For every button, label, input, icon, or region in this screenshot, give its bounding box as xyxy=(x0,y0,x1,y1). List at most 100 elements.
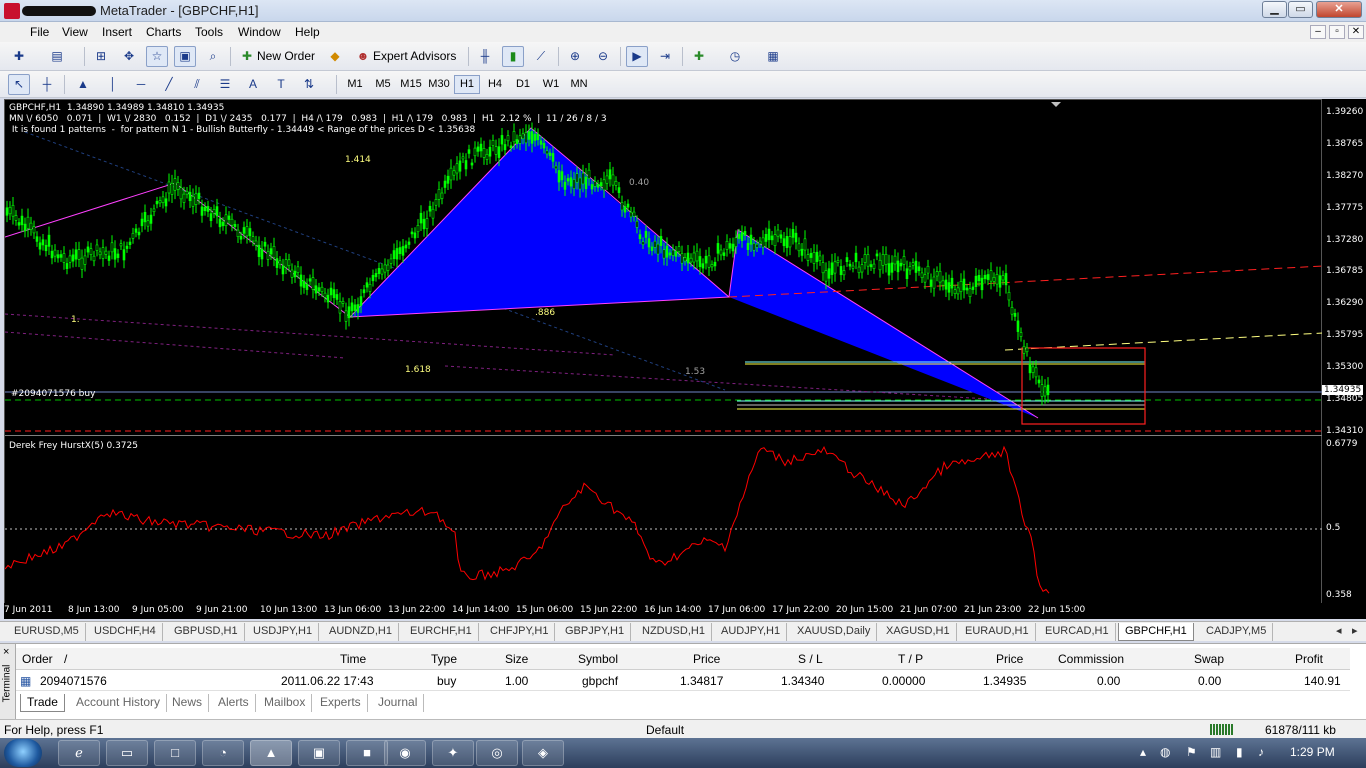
menu-charts[interactable]: Charts xyxy=(146,25,181,39)
auto-scroll-icon[interactable]: ▶ xyxy=(626,46,648,67)
triangle-tool-icon[interactable]: ▲ xyxy=(72,74,94,95)
crosshair-icon[interactable]: ┼ xyxy=(36,74,58,95)
timeframe-m5[interactable]: M5 xyxy=(370,75,396,94)
menu-file[interactable]: File xyxy=(30,25,49,39)
col-order[interactable]: Order xyxy=(22,652,53,666)
terminal-window-icon[interactable]: ▣ xyxy=(174,46,196,67)
templates-icon[interactable]: ▦ xyxy=(762,46,784,67)
app-taskbar-icon-4[interactable]: ✦ xyxy=(432,740,474,766)
menu-view[interactable]: View xyxy=(62,25,88,39)
tab-trade[interactable]: Trade xyxy=(20,694,65,712)
close-button[interactable]: ✕ xyxy=(1316,1,1362,18)
chart-tab-gbpusd-h1[interactable]: GBPUSD,H1 xyxy=(168,623,245,641)
periods-icon[interactable]: ◷ xyxy=(724,46,746,67)
timeframe-m15[interactable]: M15 xyxy=(398,75,424,94)
horizontal-line-icon[interactable]: ─ xyxy=(130,74,152,95)
new-chart-icon[interactable]: ✚ xyxy=(8,46,30,67)
col-profit[interactable]: Profit xyxy=(1295,652,1323,666)
chart-tab-cadjpy-m5[interactable]: CADJPY,M5 xyxy=(1200,623,1274,641)
arrows-tool-icon[interactable]: ⇅ xyxy=(298,74,320,95)
channel-icon[interactable]: ⫽ xyxy=(186,74,208,95)
menu-insert[interactable]: Insert xyxy=(102,25,132,39)
chart-tab-eurusd-m5[interactable]: EURUSD,M5 xyxy=(8,623,86,641)
app-taskbar-icon-5[interactable]: ◈ xyxy=(522,740,564,766)
mdi-minimize-button[interactable]: – xyxy=(1310,25,1326,39)
app-taskbar-icon-1[interactable]: ◔ xyxy=(202,740,244,766)
tab-scroll-right-icon[interactable]: ▸ xyxy=(1346,623,1364,641)
chart-tab-gbpjpy-h1[interactable]: GBPJPY,H1 xyxy=(559,623,632,641)
terminal-close-icon[interactable]: × xyxy=(3,646,9,658)
tab-scroll-left-icon[interactable]: ◂ xyxy=(1330,623,1348,641)
tray-volume-icon[interactable]: ♪ xyxy=(1258,745,1264,759)
vertical-line-icon[interactable]: │ xyxy=(102,74,124,95)
tab-account-history[interactable]: Account History xyxy=(70,694,168,712)
price-chart-plot[interactable] xyxy=(5,100,1323,435)
trade-table-row[interactable]: ▦ 2094071576 2011.06.22 17:43 buy 1.00 g… xyxy=(16,671,1350,691)
timeframe-h1[interactable]: H1 xyxy=(454,75,480,94)
mdi-close-button[interactable]: ✕ xyxy=(1348,25,1364,39)
timeframe-d1[interactable]: D1 xyxy=(510,75,536,94)
col-price[interactable]: Price xyxy=(693,652,720,666)
timeframe-m1[interactable]: M1 xyxy=(342,75,368,94)
metaeditor-icon[interactable]: ◆ xyxy=(324,46,346,67)
app-taskbar-icon-3[interactable]: ■ xyxy=(346,740,388,766)
timeframe-w1[interactable]: W1 xyxy=(538,75,564,94)
navigator-icon[interactable]: ☆ xyxy=(146,46,168,67)
taskbar-clock[interactable]: 1:29 PM xyxy=(1290,745,1335,759)
indicators-icon[interactable]: ✚ xyxy=(688,46,710,67)
bar-chart-icon[interactable]: ╫ xyxy=(474,46,496,67)
trendline-icon[interactable]: ╱ xyxy=(158,74,180,95)
candlesticks-icon[interactable]: ▮ xyxy=(502,46,524,67)
strategy-tester-icon[interactable]: ⌕ xyxy=(202,46,224,67)
tab-experts[interactable]: Experts xyxy=(314,694,368,712)
new-order-button[interactable]: ✚ New Order xyxy=(236,46,320,67)
ie-taskbar-icon[interactable]: ℯ xyxy=(58,740,100,766)
chart-tab-nzdusd-h1[interactable]: NZDUSD,H1 xyxy=(636,623,712,641)
tray-flag-icon[interactable]: ⚑ xyxy=(1186,745,1197,759)
tray-app-icon-1[interactable]: ◍ xyxy=(1160,745,1170,759)
col-size[interactable]: Size xyxy=(505,652,528,666)
chart-tab-eurcad-h1[interactable]: EURCAD,H1 xyxy=(1039,623,1116,641)
zoom-in-icon[interactable]: ⊕ xyxy=(564,46,586,67)
tray-app-icon-2[interactable]: ▥ xyxy=(1210,745,1221,759)
line-chart-icon[interactable]: ⟋ xyxy=(530,46,552,67)
col-commission[interactable]: Commission xyxy=(1058,652,1124,666)
chart-tab-usdchf-h4[interactable]: USDCHF,H4 xyxy=(88,623,163,641)
explorer-taskbar-icon[interactable]: ▭ xyxy=(106,740,148,766)
chart-shift-icon[interactable]: ⇥ xyxy=(654,46,676,67)
profiles-icon[interactable]: ▤ xyxy=(46,46,68,67)
tab-mailbox[interactable]: Mailbox xyxy=(258,694,313,712)
col-current-price[interactable]: Price xyxy=(996,652,1023,666)
chart-window-gbpchf-h1[interactable]: GBPCHF,H1 1.34890 1.34989 1.34810 1.3493… xyxy=(4,99,1323,619)
menu-window[interactable]: Window xyxy=(238,25,281,39)
tab-journal[interactable]: Journal xyxy=(372,694,425,712)
tray-network-icon[interactable]: ▮ xyxy=(1236,745,1243,759)
timeframe-mn[interactable]: MN xyxy=(566,75,592,94)
col-tp[interactable]: T / P xyxy=(898,652,923,666)
chart-tab-audnzd-h1[interactable]: AUDNZD,H1 xyxy=(323,623,399,641)
tab-news[interactable]: News xyxy=(166,694,210,712)
mdi-restore-button[interactable]: ▫ xyxy=(1329,25,1345,39)
chart-tab-chfjpy-h1[interactable]: CHFJPY,H1 xyxy=(484,623,556,641)
chrome-taskbar-icon[interactable]: ◎ xyxy=(476,740,518,766)
cursor-icon[interactable]: ↖ xyxy=(8,74,30,95)
col-sl[interactable]: S / L xyxy=(798,652,823,666)
metatrader-taskbar-icon[interactable]: ▲ xyxy=(250,740,292,766)
minimize-button[interactable]: ▁ xyxy=(1262,1,1287,18)
app-taskbar-icon-2[interactable]: ▣ xyxy=(298,740,340,766)
chart-tab-audjpy-h1[interactable]: AUDJPY,H1 xyxy=(715,623,788,641)
fibonacci-icon[interactable]: ☰ xyxy=(214,74,236,95)
expert-advisors-button[interactable]: ☻ Expert Advisors xyxy=(352,46,461,67)
chart-tab-gbpchf-h1[interactable]: GBPCHF,H1 xyxy=(1118,623,1194,641)
timeframe-m30[interactable]: M30 xyxy=(426,75,452,94)
menu-tools[interactable]: Tools xyxy=(195,25,223,39)
chart-tab-xagusd-h1[interactable]: XAGUSD,H1 xyxy=(880,623,957,641)
maximize-button[interactable]: ▭ xyxy=(1288,1,1313,18)
tray-show-hidden-icon[interactable]: ▴ xyxy=(1140,745,1146,759)
zoom-out-icon[interactable]: ⊖ xyxy=(592,46,614,67)
chart-tab-usdjpy-h1[interactable]: USDJPY,H1 xyxy=(247,623,320,641)
col-time[interactable]: Time xyxy=(340,652,366,666)
market-watch-icon[interactable]: ⊞ xyxy=(90,46,112,67)
firefox-taskbar-icon[interactable]: ◉ xyxy=(384,740,426,766)
start-button-icon[interactable] xyxy=(4,739,42,767)
